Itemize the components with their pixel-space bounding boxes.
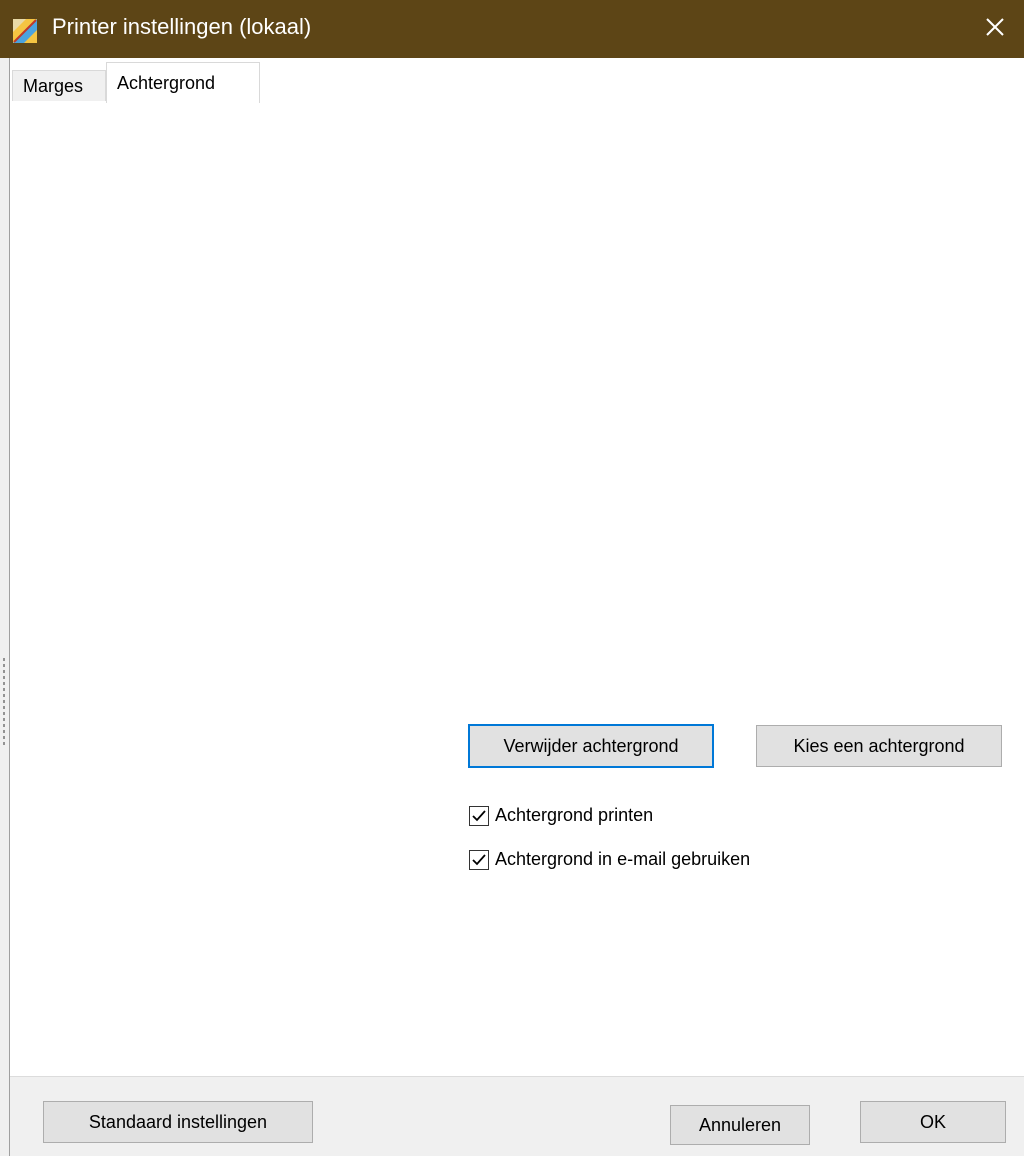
email-background-checkbox-box[interactable]: [469, 849, 489, 870]
print-background-checkbox[interactable]: Achtergrond printen: [469, 805, 653, 826]
splitter-grip: [3, 658, 5, 748]
ok-button[interactable]: OK: [860, 1101, 1006, 1143]
window-title: Printer instellingen (lokaal): [52, 14, 312, 39]
background-tab-panel: Verwijder achtergrond Kies een achtergro…: [10, 101, 1024, 1076]
title-bar: Printer instellingen (lokaal): [0, 0, 1024, 58]
close-icon: [984, 16, 1006, 43]
close-button[interactable]: [966, 0, 1024, 58]
left-frame-strip: [0, 58, 10, 1156]
tab-marges[interactable]: Marges: [12, 70, 106, 102]
email-background-label: Achtergrond in e-mail gebruiken: [495, 849, 751, 869]
cancel-button[interactable]: Annuleren: [670, 1105, 810, 1145]
printer-settings-dialog: Printer instellingen (lokaal) Marges Ach…: [0, 0, 1024, 1156]
default-settings-button[interactable]: Standaard instellingen: [43, 1101, 313, 1143]
print-background-checkbox-box[interactable]: [469, 805, 489, 826]
print-background-label: Achtergrond printen: [495, 805, 654, 825]
tab-strip: Marges Achtergrond: [10, 58, 1024, 103]
check-icon: [472, 809, 486, 821]
dialog-footer: Standaard instellingen Annuleren OK: [10, 1076, 1024, 1156]
app-icon: [12, 18, 38, 44]
email-background-checkbox[interactable]: Achtergrond in e-mail gebruiken: [469, 849, 750, 870]
check-icon: [472, 853, 486, 865]
remove-background-button[interactable]: Verwijder achtergrond: [468, 724, 714, 768]
tab-achtergrond[interactable]: Achtergrond: [106, 62, 260, 103]
choose-background-button[interactable]: Kies een achtergrond: [756, 725, 1002, 767]
